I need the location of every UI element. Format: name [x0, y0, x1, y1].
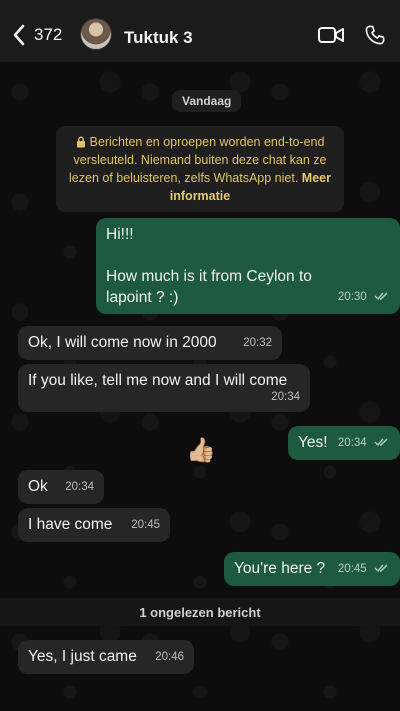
message-outgoing[interactable]: Yes! 20:34 [288, 426, 400, 460]
message-time: 20:34 [337, 437, 367, 449]
avatar[interactable] [80, 18, 112, 50]
video-call-icon[interactable] [318, 26, 344, 44]
read-receipt-icon [374, 564, 388, 573]
message-time: 20:45 [337, 563, 367, 575]
date-label: Vandaag [172, 90, 242, 112]
unread-messages-divider: 1 ongelezen bericht [0, 598, 400, 626]
back-button[interactable]: 372 [12, 24, 62, 46]
message-text: You're here ? [234, 560, 326, 577]
chat-area[interactable]: Vandaag Berichten en oproepen worden end… [0, 62, 400, 711]
phone-icon[interactable] [364, 24, 386, 46]
message-incoming[interactable]: Ok 20:34 [18, 470, 104, 504]
message-outgoing[interactable]: Hi!!! How much is it from Ceylon to lapo… [96, 218, 400, 314]
encryption-text: Berichten en oproepen worden end-to-end … [69, 135, 327, 185]
message-incoming[interactable]: Yes, I just came 20:46 [18, 640, 194, 674]
thumbs-up-emoji[interactable]: 👍🏼 [186, 436, 216, 465]
message-time: 20:45 [131, 519, 160, 531]
message-time: 20:46 [155, 651, 184, 663]
message-text: Hi!!! [106, 226, 134, 243]
message-incoming[interactable]: If you like, tell me now and I will come… [18, 364, 310, 412]
chat-header: 372 Tuktuk 3 [0, 0, 400, 62]
message-text: Ok [28, 478, 48, 495]
read-receipt-icon [374, 292, 388, 301]
message-text: I have come [28, 516, 113, 533]
message-text: If you like, tell me now and I will come [28, 372, 288, 389]
encryption-notice[interactable]: Berichten en oproepen worden end-to-end … [56, 126, 344, 212]
message-text: How much is it from Ceylon to lapoint ? … [106, 268, 312, 306]
message-outgoing[interactable]: You're here ? 20:45 [224, 552, 400, 586]
message-text: Yes, I just came [28, 648, 137, 665]
chevron-left-icon [13, 24, 25, 46]
message-time: 20:32 [243, 337, 272, 349]
read-receipt-icon [374, 438, 388, 447]
contact-name[interactable]: Tuktuk 3 [124, 28, 193, 48]
message-time: 20:34 [271, 391, 300, 403]
message-time: 20:30 [337, 291, 367, 303]
message-text: Yes! [298, 434, 328, 451]
message-text: Ok, I will come now in 2000 [28, 334, 217, 351]
message-incoming[interactable]: Ok, I will come now in 2000 20:32 [18, 326, 282, 360]
message-incoming[interactable]: I have come 20:45 [18, 508, 170, 542]
unread-count: 372 [34, 25, 63, 44]
message-time: 20:34 [65, 481, 94, 493]
lock-icon [76, 136, 85, 148]
